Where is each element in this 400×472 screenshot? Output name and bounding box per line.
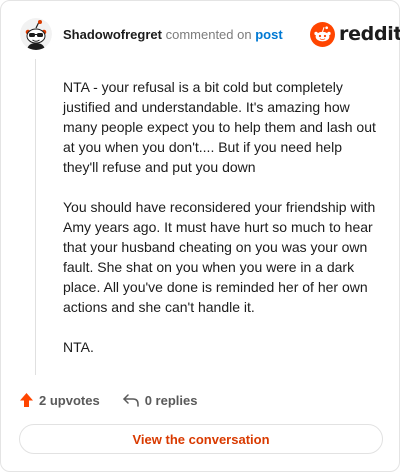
reply-icon (122, 394, 139, 407)
replies-button[interactable]: 0 replies (122, 392, 198, 408)
post-link[interactable]: post (255, 27, 282, 42)
comment-paragraph: NTA - your refusal is a bit cold but com… (63, 79, 376, 175)
upvote-button[interactable]: 2 upvotes (19, 392, 100, 408)
comment-header: Shadowofregret commented on post (63, 27, 283, 43)
reddit-logo[interactable]: reddit (310, 21, 400, 47)
reddit-logo-icon (310, 21, 335, 47)
avatar-icon (20, 18, 52, 50)
upvotes-count: 2 upvotes (39, 392, 100, 408)
reddit-logo-text: reddit (339, 23, 400, 45)
comment-paragraph: You should have reconsidered your friend… (63, 199, 376, 315)
replies-count: 0 replies (144, 392, 198, 408)
comment-body: NTA - your refusal is a bit cold but com… (63, 77, 379, 377)
commented-on-text: commented on (165, 27, 252, 42)
comment-footer: 2 upvotes 0 replies (19, 390, 197, 410)
avatar[interactable] (20, 18, 52, 50)
comment-paragraph: NTA. (63, 339, 94, 355)
comment-card: Shadowofregret commented on post reddit … (0, 0, 400, 472)
username-link[interactable]: Shadowofregret (63, 27, 162, 42)
view-conversation-button[interactable]: View the conversation (19, 424, 383, 454)
thread-line[interactable] (35, 59, 36, 375)
upvote-arrow-icon (20, 393, 33, 407)
